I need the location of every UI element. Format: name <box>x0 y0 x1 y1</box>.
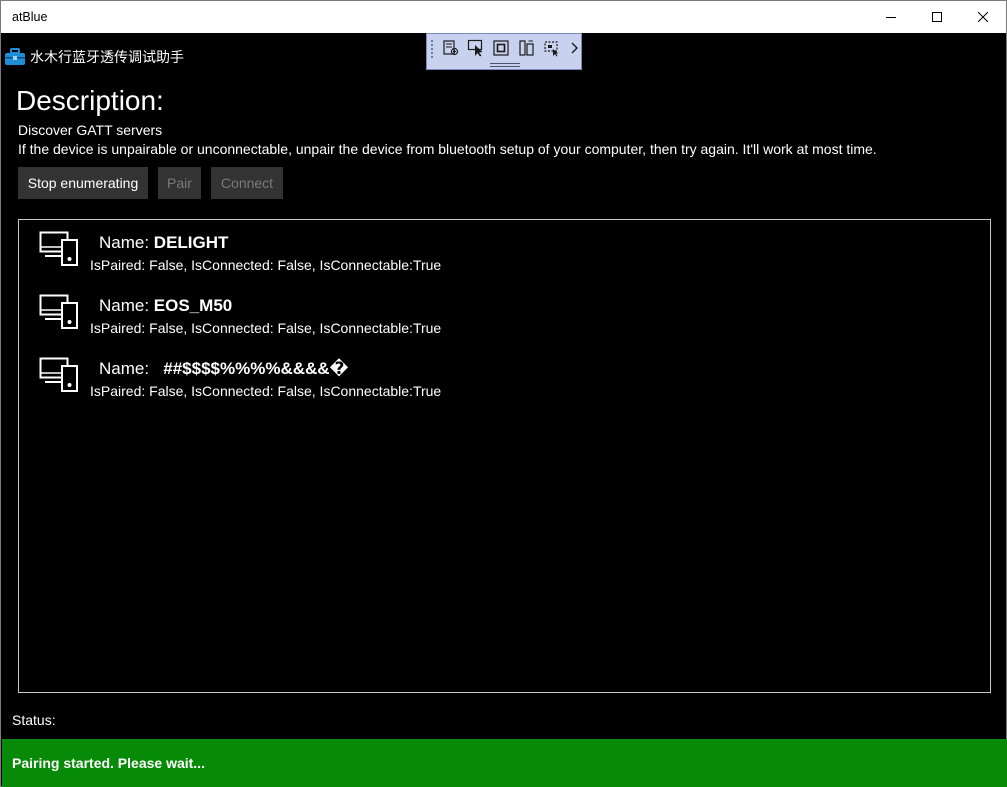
stop-enumerating-button[interactable]: Stop enumerating <box>18 167 148 199</box>
toolbox-icon <box>5 48 25 65</box>
binding-failures-icon[interactable] <box>542 38 562 58</box>
device-list-item[interactable]: Name: ##$$$$%%%%&&&&� IsPaired: False, I… <box>19 346 990 408</box>
app-header: 水木行蓝牙透传调试助手 <box>4 47 184 67</box>
device-name-label: Name: <box>99 233 154 252</box>
device-name: DELIGHT <box>153 233 229 252</box>
description-line-2: If the device is unpairable or unconnect… <box>18 141 877 157</box>
description-heading: Description: <box>16 85 164 116</box>
close-button[interactable] <box>960 1 1006 33</box>
device-list-item[interactable]: Name: DELIGHT IsPaired: False, IsConnect… <box>19 220 990 282</box>
device-name: EOS_M50 <box>153 296 233 315</box>
status-label: Status: <box>12 712 56 728</box>
connect-button[interactable]: Connect <box>211 167 283 199</box>
device-info: IsPaired: False, IsConnected: False, IsC… <box>90 257 442 273</box>
maximize-button[interactable] <box>914 1 960 33</box>
toolbar-grip[interactable] <box>430 39 434 59</box>
device-list[interactable]: Name: DELIGHT IsPaired: False, IsConnect… <box>18 219 991 693</box>
devices-icon <box>39 231 78 266</box>
pair-button[interactable]: Pair <box>158 167 201 199</box>
maximize-icon <box>932 12 942 22</box>
status-bar: Pairing started. Please wait... <box>2 739 1007 787</box>
debug-toolbar <box>426 33 582 70</box>
select-element-icon[interactable] <box>466 38 486 58</box>
chevron-right-icon[interactable] <box>568 38 580 58</box>
app-window: atBlue 水木行蓝牙透传调试助手 Description: Discover… <box>0 0 1007 787</box>
close-icon <box>978 12 988 22</box>
live-visual-tree-icon[interactable] <box>441 38 461 58</box>
toolbar-collapse-handle[interactable] <box>490 63 520 67</box>
devices-icon <box>39 357 78 392</box>
device-info: IsPaired: False, IsConnected: False, IsC… <box>90 383 442 399</box>
device-name-label: Name: <box>99 296 154 315</box>
devices-icon <box>39 294 78 329</box>
track-focus-icon[interactable] <box>517 38 537 58</box>
device-info: IsPaired: False, IsConnected: False, IsC… <box>90 320 442 336</box>
device-name-line: Name: DELIGHT <box>99 233 228 253</box>
app-name: 水木行蓝牙透传调试助手 <box>30 49 184 65</box>
device-name: ##$$$$%%%%&&&&� <box>163 359 349 378</box>
device-name-line: Name: ##$$$$%%%%&&&&� <box>99 359 348 379</box>
description-line-1: Discover GATT servers <box>18 122 163 138</box>
device-list-item[interactable]: Name: EOS_M50 IsPaired: False, IsConnect… <box>19 283 990 345</box>
device-name-line: Name: EOS_M50 <box>99 296 232 316</box>
title-bar[interactable]: atBlue <box>1 1 1006 33</box>
device-name-label: Name: <box>99 359 164 378</box>
window-title: atBlue <box>12 10 48 24</box>
status-message: Pairing started. Please wait... <box>12 755 205 771</box>
window-controls <box>868 1 1006 33</box>
minimize-button[interactable] <box>868 1 914 33</box>
minimize-icon <box>886 17 896 18</box>
display-layout-adorners-icon[interactable] <box>491 38 511 58</box>
